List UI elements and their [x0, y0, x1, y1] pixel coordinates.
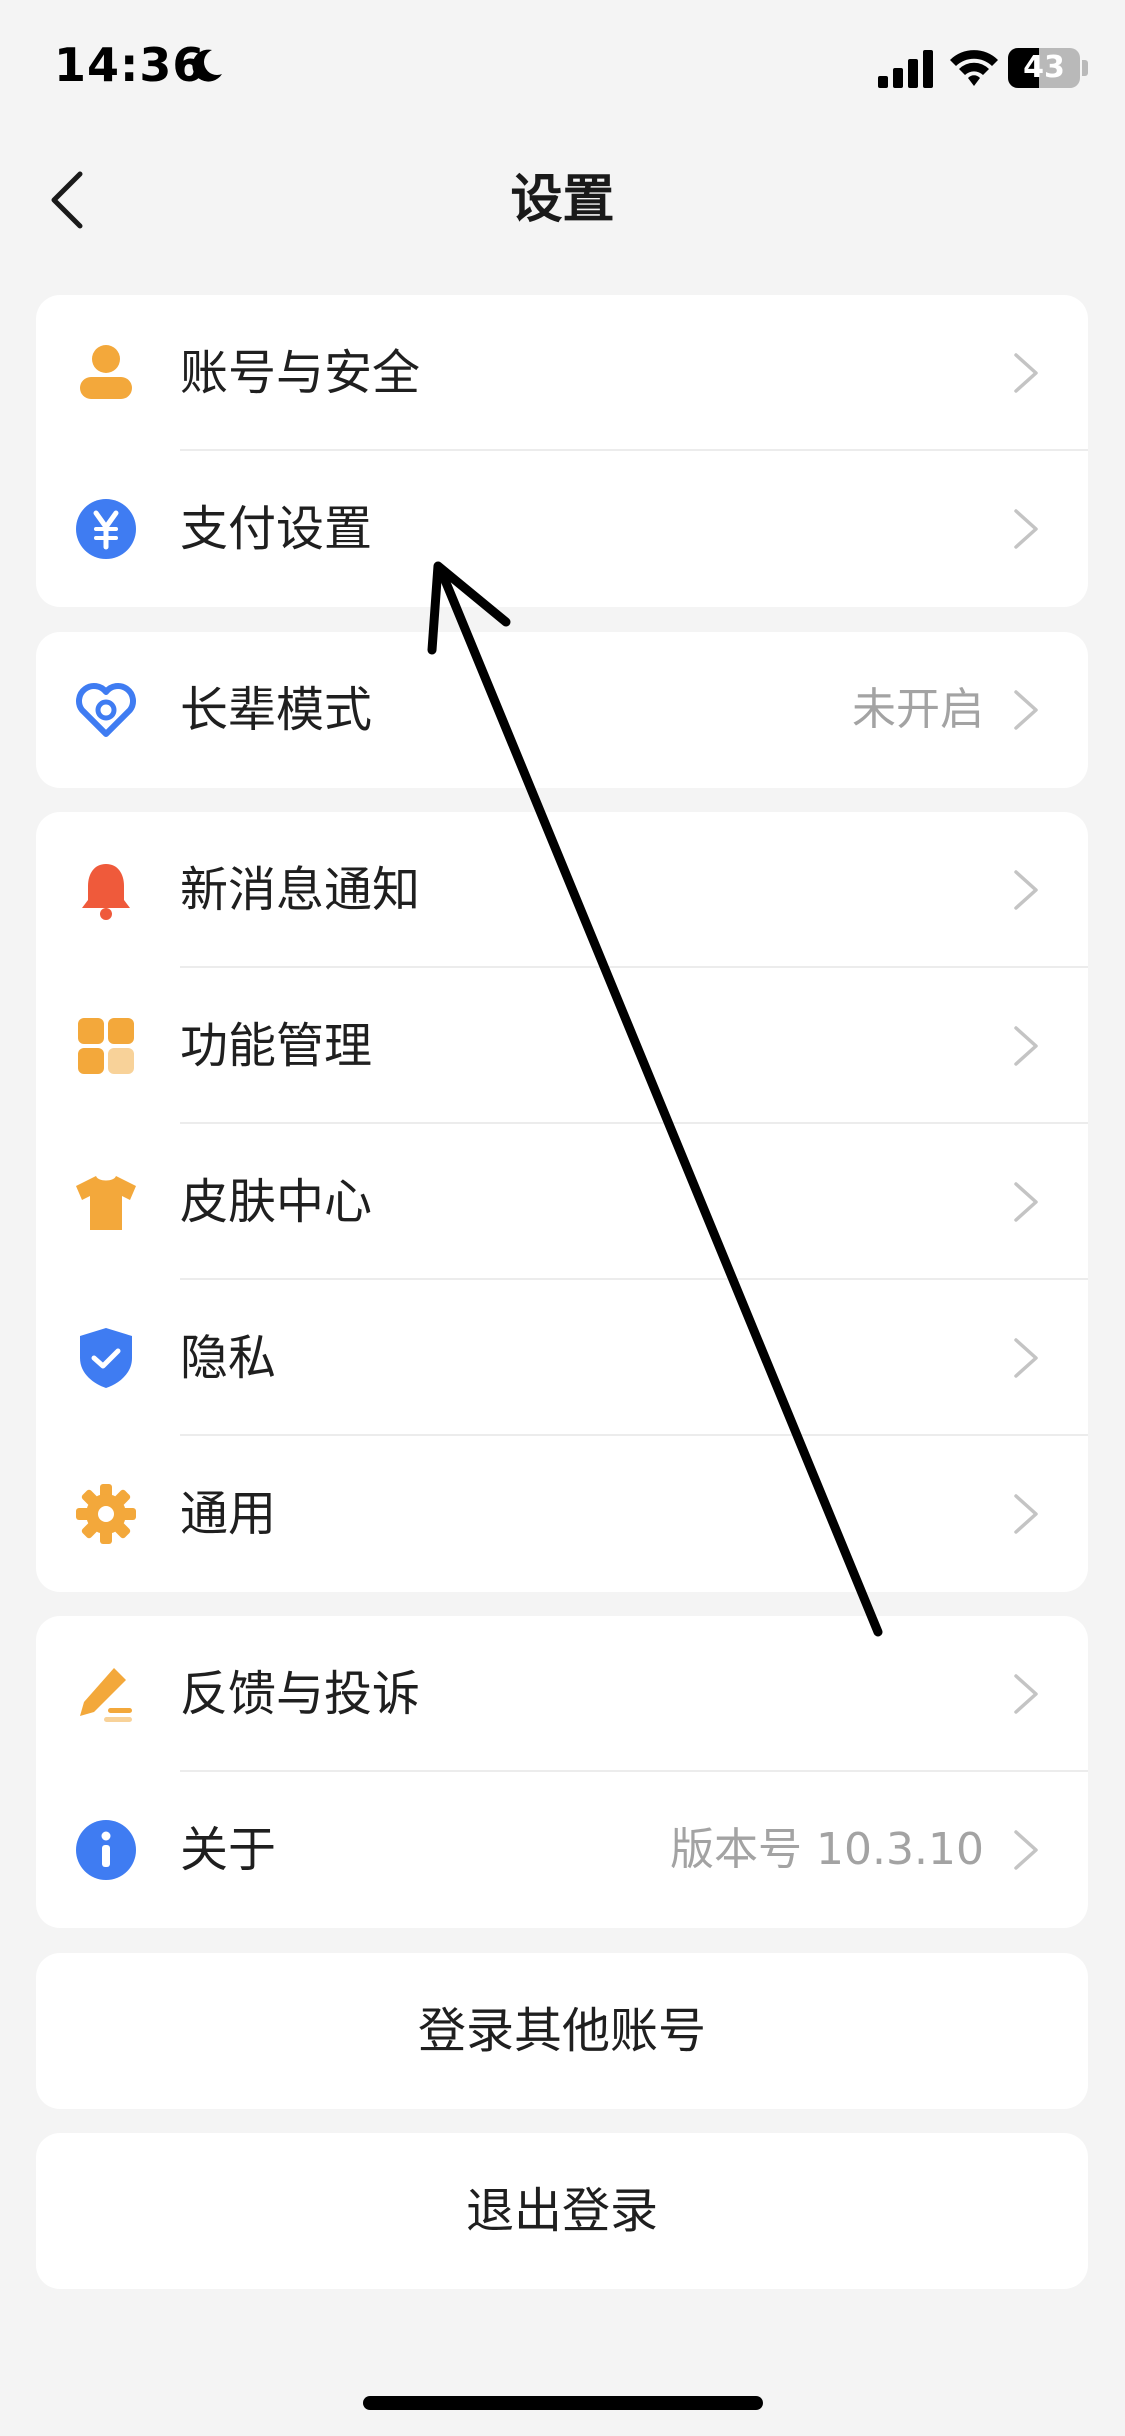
gear-icon [76, 1484, 136, 1544]
heart-icon [76, 683, 136, 737]
settings-item-label: 功能管理 [180, 1018, 373, 1074]
settings-group-support: 反馈与投诉 关于 版本号 10.3.10 [36, 1616, 1088, 1928]
logout-button[interactable]: 退出登录 [36, 2133, 1088, 2289]
settings-item-label: 新消息通知 [180, 862, 421, 918]
chevron-right-icon [1014, 1674, 1038, 1714]
wifi-icon [950, 50, 998, 86]
cellular-signal-icon [878, 50, 933, 88]
settings-item-notifications[interactable]: 新消息通知 [36, 812, 1088, 968]
page-title: 设置 [510, 170, 615, 230]
settings-item-label: 隐私 [180, 1330, 277, 1386]
tshirt-icon [76, 1176, 136, 1230]
bell-icon [82, 864, 130, 920]
chevron-right-icon [1014, 1830, 1038, 1870]
user-icon [80, 345, 132, 399]
settings-item-label: 支付设置 [180, 501, 373, 557]
battery-level: 43 [1023, 50, 1065, 85]
settings-item-skins[interactable]: 皮肤中心 [36, 1124, 1088, 1280]
pencil-icon [80, 1668, 132, 1722]
settings-group-account: 账号与安全 支付设置 [36, 295, 1088, 607]
navigation-bar: 设置 [0, 140, 1125, 260]
home-indicator [363, 2396, 763, 2410]
chevron-right-icon [1014, 1338, 1038, 1378]
chevron-right-icon [1014, 1182, 1038, 1222]
settings-screen: 14:36 43 设置 账号与安全 支付设置 长辈模式 未开启 新消息通知 功能… [0, 0, 1125, 2436]
settings-item-label: 皮肤中心 [180, 1174, 373, 1230]
settings-item-value: 版本号 10.3.10 [670, 1824, 984, 1875]
grid-icon [78, 1018, 134, 1074]
settings-item-label: 关于 [180, 1822, 277, 1878]
settings-item-about[interactable]: 关于 版本号 10.3.10 [36, 1772, 1088, 1928]
chevron-right-icon [1014, 870, 1038, 910]
chevron-left-icon[interactable] [44, 168, 94, 232]
chevron-right-icon [1014, 690, 1038, 730]
settings-item-features[interactable]: 功能管理 [36, 968, 1088, 1124]
settings-item-label: 反馈与投诉 [180, 1666, 421, 1722]
chevron-right-icon [1014, 1026, 1038, 1066]
chevron-right-icon [1014, 1494, 1038, 1534]
switch-account-button[interactable]: 登录其他账号 [36, 1953, 1088, 2109]
chevron-right-icon [1014, 509, 1038, 549]
settings-group-general: 新消息通知 功能管理 皮肤中心 隐私 通用 [36, 812, 1088, 1592]
settings-item-elder-mode[interactable]: 长辈模式 未开启 [36, 632, 1088, 788]
status-time: 14:36 [54, 38, 206, 92]
status-bar: 14:36 43 [0, 0, 1125, 140]
settings-item-payment[interactable]: 支付设置 [36, 451, 1088, 607]
yuan-icon [76, 499, 136, 559]
settings-item-account-security[interactable]: 账号与安全 [36, 295, 1088, 451]
settings-item-value: 未开启 [852, 684, 984, 735]
settings-group-elder: 长辈模式 未开启 [36, 632, 1088, 788]
settings-item-feedback[interactable]: 反馈与投诉 [36, 1616, 1088, 1772]
battery-cap [1082, 60, 1088, 76]
settings-item-label: 账号与安全 [180, 345, 421, 401]
shield-icon [80, 1328, 132, 1388]
info-icon [76, 1820, 136, 1880]
settings-item-label: 通用 [180, 1486, 277, 1542]
chevron-right-icon [1014, 353, 1038, 393]
settings-item-label: 长辈模式 [180, 682, 373, 738]
moon-icon [192, 49, 222, 82]
settings-item-privacy[interactable]: 隐私 [36, 1280, 1088, 1436]
battery-icon: 43 [1008, 48, 1080, 88]
settings-item-general[interactable]: 通用 [36, 1436, 1088, 1592]
